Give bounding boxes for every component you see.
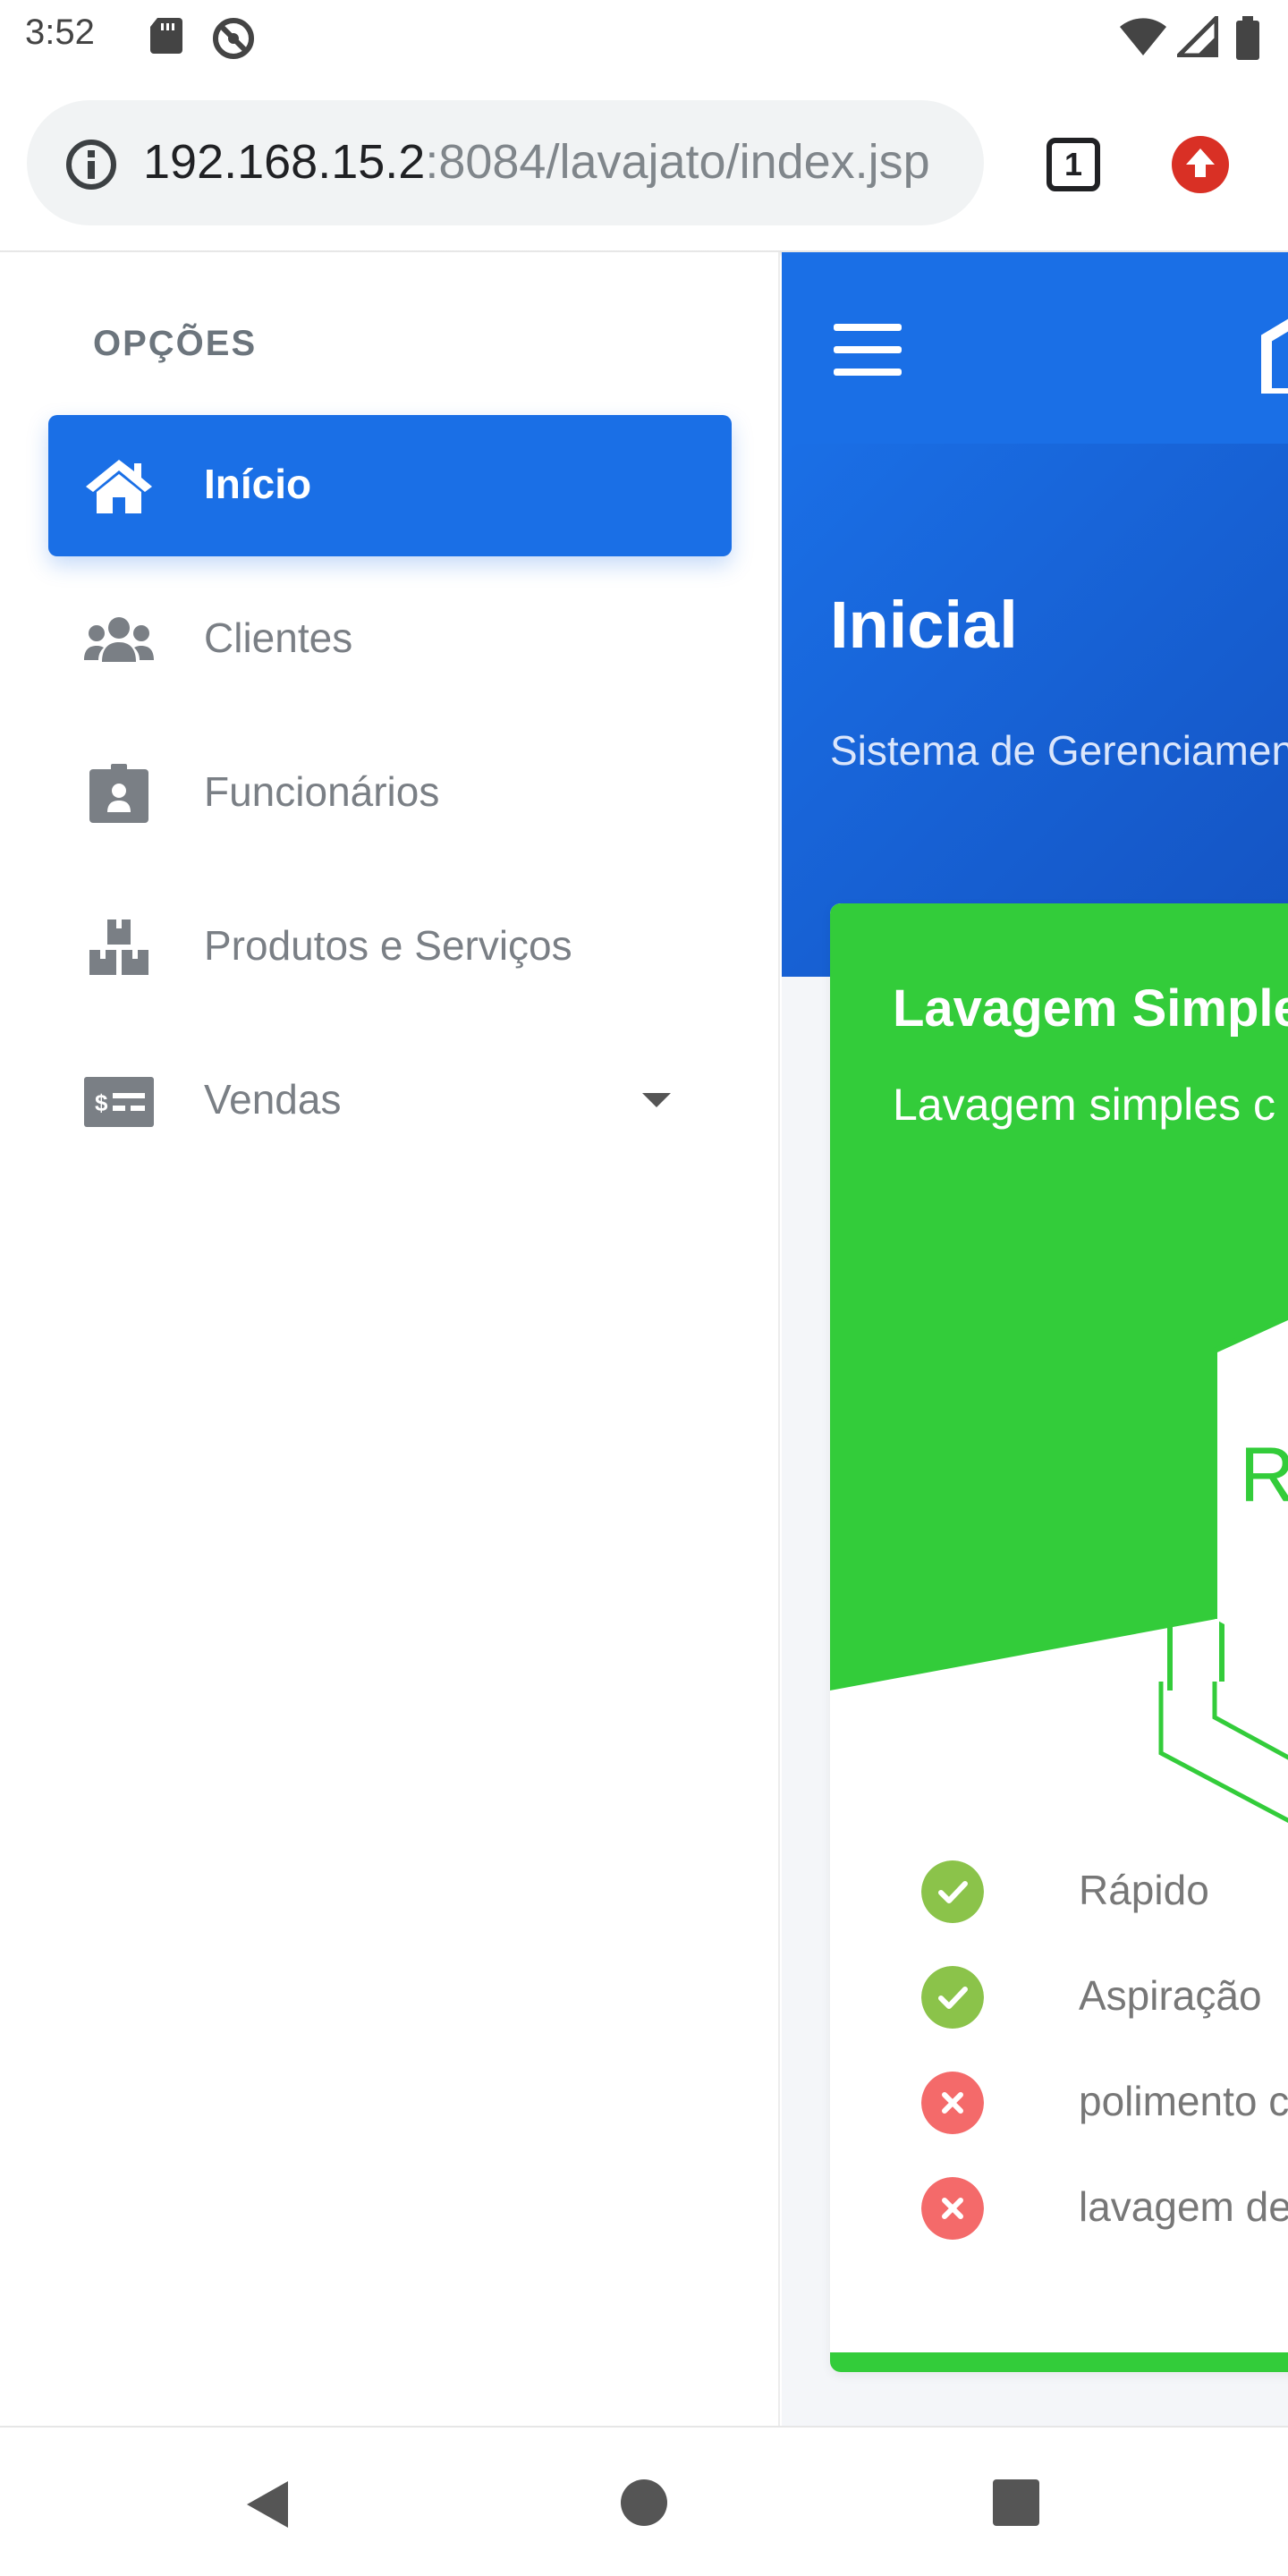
android-nav-bar (0, 2426, 1288, 2576)
sidebar: OPÇÕES Início Clientes Funcionários Prod… (0, 252, 780, 2426)
page-subtitle: Sistema de Gerenciamento (830, 727, 1288, 774)
feature-text: polimento c (1079, 2078, 1288, 2124)
brand-logo-icon[interactable] (1258, 313, 1288, 394)
back-icon[interactable] (242, 2478, 292, 2531)
sd-card-icon (150, 18, 182, 54)
page-title: Inicial (830, 588, 1018, 662)
sidebar-item-vendas[interactable]: $ Vendas (48, 1030, 732, 1172)
sidebar-item-funcionarios[interactable]: Funcionários (48, 723, 732, 864)
sidebar-item-clientes[interactable]: Clientes (48, 569, 732, 710)
url-text[interactable]: 192.168.15.2:8084/lavajato/index.jsp (143, 134, 930, 190)
do-not-disturb-icon (213, 18, 254, 59)
recents-icon[interactable] (991, 2478, 1041, 2528)
id-badge-icon (89, 764, 148, 823)
close-circle-icon (921, 2177, 984, 2240)
hexagon-outline (1158, 1682, 1288, 1824)
sidebar-item-label: Início (204, 461, 312, 507)
feature-text: lavagem de (1079, 2183, 1288, 2230)
sidebar-item-label: Produtos e Serviços (204, 922, 572, 969)
pricing-card: R Lavagem Simples Lavagem simples c Rápi… (830, 903, 1288, 2372)
tabs-icon[interactable]: 1 (1046, 138, 1100, 191)
feature-text: Rápido (1079, 1867, 1209, 1913)
home-circle-icon[interactable] (619, 2478, 669, 2528)
close-circle-icon (921, 2072, 984, 2134)
top-navbar (782, 252, 1288, 444)
home-icon (86, 460, 152, 513)
price-fragment: R (1240, 1432, 1288, 1518)
users-icon (84, 617, 154, 662)
status-bar: 3:52 (0, 0, 1288, 79)
sidebar-item-label: Funcionários (204, 768, 440, 815)
battery-icon (1236, 16, 1259, 60)
sidebar-item-produtos[interactable]: Produtos e Serviços (48, 877, 732, 1018)
status-time: 3:52 (25, 13, 95, 52)
list-item: Rápido (830, 1852, 1288, 1923)
update-icon[interactable] (1172, 136, 1229, 193)
card-subtitle: Lavagem simples c (893, 1080, 1275, 1130)
sidebar-item-label: Clientes (204, 614, 353, 661)
info-icon[interactable] (64, 138, 118, 191)
sidebar-heading: OPÇÕES (93, 324, 258, 363)
chevron-down-icon[interactable] (642, 1093, 671, 1107)
svg-text:$: $ (95, 1089, 108, 1116)
check-circle-icon (921, 1966, 984, 2029)
main-content: Inicial Sistema de Gerenciamento R Lavag… (782, 252, 1288, 2426)
boxes-icon (89, 919, 148, 975)
wifi-icon (1120, 18, 1166, 55)
signal-icon (1177, 16, 1218, 57)
feature-text: Aspiração (1079, 1972, 1262, 2019)
list-item: lavagem de (830, 2168, 1288, 2240)
sidebar-item-label: Vendas (204, 1076, 342, 1123)
list-item: polimento c (830, 2063, 1288, 2134)
sidebar-item-inicio[interactable]: Início (48, 415, 732, 556)
url-path: :8084/lavajato/index.jsp (425, 135, 930, 189)
card-footer-bar (830, 2352, 1288, 2372)
browser-toolbar: 192.168.15.2:8084/lavajato/index.jsp 1 (0, 79, 1288, 250)
address-bar[interactable]: 192.168.15.2:8084/lavajato/index.jsp (27, 100, 984, 225)
card-title: Lavagem Simples (893, 979, 1288, 1038)
page-header: Inicial Sistema de Gerenciamento (782, 444, 1288, 977)
url-host: 192.168.15.2 (143, 135, 426, 189)
money-check-icon: $ (84, 1077, 154, 1127)
menu-icon[interactable] (834, 324, 902, 376)
check-circle-icon (921, 1860, 984, 1923)
list-item: Aspiração (830, 1957, 1288, 2029)
